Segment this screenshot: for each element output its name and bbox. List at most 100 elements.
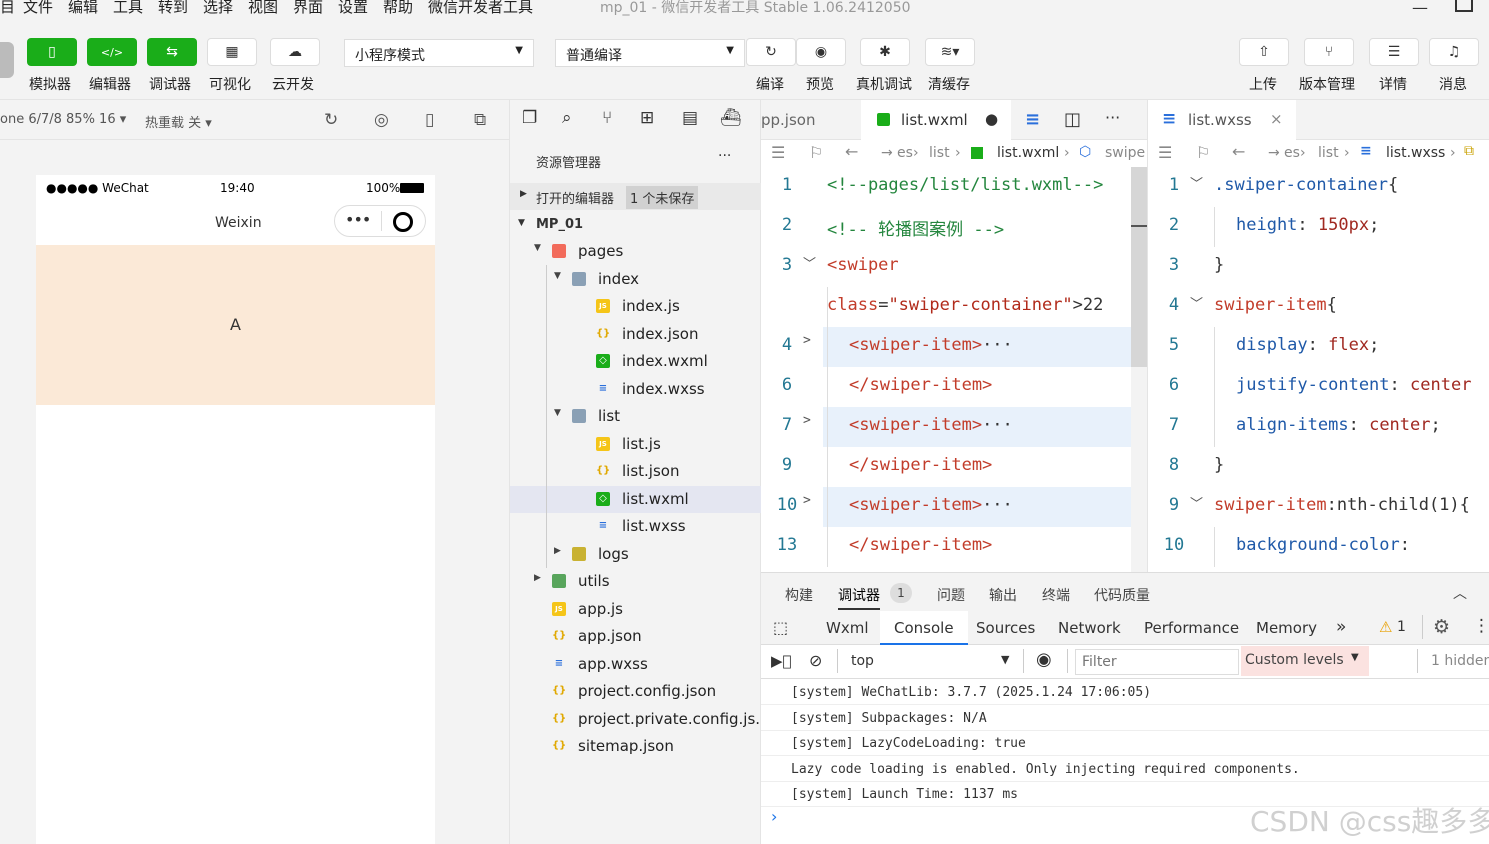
- menu-tools[interactable]: 工具: [113, 0, 143, 17]
- fold-icon[interactable]: ﹀: [1190, 493, 1203, 512]
- menu-select[interactable]: 选择: [203, 0, 233, 17]
- tree-item[interactable]: {} list.json: [510, 458, 761, 485]
- tree-item[interactable]: JS list.js: [510, 431, 761, 458]
- menu-help[interactable]: 帮助: [383, 0, 413, 17]
- tab-console[interactable]: Console: [880, 611, 968, 645]
- avatar[interactable]: [0, 42, 14, 78]
- list-icon[interactable]: ☰: [771, 143, 785, 162]
- fold-icon[interactable]: >: [803, 413, 811, 428]
- version-button[interactable]: ⑂: [1304, 38, 1354, 66]
- rotate-icon[interactable]: ↻: [324, 110, 338, 130]
- stop-icon[interactable]: ◎: [374, 110, 389, 130]
- tab-issues[interactable]: 问题: [937, 585, 965, 605]
- chevron-down-icon[interactable]: ▼: [554, 271, 561, 281]
- tree-item[interactable]: ≡ list.wxss: [510, 513, 761, 540]
- mode-select[interactable]: 小程序模式 ▼: [344, 39, 534, 67]
- fold-icon[interactable]: ﹀: [1190, 293, 1203, 312]
- tab-performance[interactable]: Performance: [1144, 619, 1239, 637]
- clear-console-icon[interactable]: ⊘: [809, 651, 822, 670]
- tree-item[interactable]: JS index.js: [510, 293, 761, 320]
- chevron-up-icon[interactable]: ︿: [1453, 583, 1467, 603]
- tab-debugger[interactable]: 调试器: [838, 585, 880, 610]
- context-select[interactable]: top ▼: [845, 649, 1015, 675]
- tab-network[interactable]: Network: [1058, 619, 1121, 637]
- forward-icon[interactable]: →: [1268, 145, 1280, 161]
- tree-item[interactable]: ▶ utils: [510, 568, 761, 595]
- search-icon[interactable]: ⌕: [562, 108, 572, 128]
- levels-select[interactable]: Custom levels ▼: [1241, 646, 1369, 676]
- inspect-icon[interactable]: ⬚: [773, 618, 788, 637]
- gear-icon[interactable]: ⚙: [1433, 616, 1450, 638]
- crumb-2[interactable]: list.wxml: [997, 145, 1059, 161]
- bookmark-icon[interactable]: ⚐: [809, 143, 823, 162]
- tab-memory[interactable]: Memory: [1256, 619, 1317, 637]
- more-icon[interactable]: ···: [1105, 108, 1120, 127]
- real-debug-button[interactable]: ✱: [860, 38, 910, 66]
- kebab-icon[interactable]: ⋮: [1473, 616, 1489, 636]
- menu-item-0[interactable]: 目: [0, 0, 15, 17]
- debugger-button[interactable]: ⇆: [147, 38, 197, 66]
- back-icon[interactable]: ←: [1232, 142, 1245, 161]
- menu-view[interactable]: 视图: [248, 0, 278, 17]
- tree-item[interactable]: ▶ logs: [510, 541, 761, 568]
- chevron-right-icon[interactable]: ▶: [554, 546, 561, 556]
- docker-icon[interactable]: ⛴: [720, 108, 742, 128]
- more-tabs-icon[interactable]: »: [1336, 617, 1346, 637]
- tab-terminal[interactable]: 终端: [1042, 585, 1070, 605]
- menu-wechat-devtools[interactable]: 微信开发者工具: [428, 0, 533, 17]
- tab-output[interactable]: 输出: [989, 585, 1017, 605]
- messages-button[interactable]: ♫: [1429, 38, 1479, 66]
- menu-interface[interactable]: 界面: [293, 0, 323, 17]
- tree-item[interactable]: {} project.config.json: [510, 678, 761, 705]
- fold-icon[interactable]: >: [803, 333, 811, 348]
- crumb-0[interactable]: es: [897, 145, 913, 161]
- window-icon[interactable]: ⧉: [474, 110, 486, 130]
- tree-item[interactable]: ≡ app.wxss: [510, 651, 761, 678]
- menu-goto[interactable]: 转到: [158, 0, 188, 17]
- tree-item[interactable]: {} sitemap.json: [510, 733, 761, 760]
- forward-icon[interactable]: →: [881, 145, 893, 161]
- tab-app-json[interactable]: pp.json: [761, 111, 815, 129]
- tree-item[interactable]: ≡ index.wxss: [510, 376, 761, 403]
- list-icon[interactable]: ☰: [1158, 143, 1172, 162]
- visual-button[interactable]: ▦: [207, 38, 257, 66]
- scrollbar-thumb[interactable]: [1131, 167, 1147, 367]
- tree-item[interactable]: {} app.json: [510, 623, 761, 650]
- bookmark-icon[interactable]: ⚐: [1196, 143, 1210, 162]
- close-icon[interactable]: [393, 212, 413, 232]
- tree-item[interactable]: JS app.js: [510, 596, 761, 623]
- maximize-icon[interactable]: [1455, 0, 1473, 12]
- cloud-button[interactable]: ☁: [270, 38, 320, 66]
- css-icon[interactable]: ≡: [1025, 109, 1040, 130]
- device-select[interactable]: one 6/7/8 85% 16 ▾: [0, 112, 126, 127]
- crumb-2[interactable]: list.wxss: [1386, 145, 1445, 161]
- eye-icon[interactable]: ◉: [1036, 649, 1052, 670]
- tab-list-wxss[interactable]: ≡ list.wxss ×: [1148, 100, 1296, 140]
- sidebar-toggle-icon[interactable]: ▶⃞: [771, 652, 792, 670]
- tree-item[interactable]: ▼ list: [510, 403, 761, 430]
- fold-icon[interactable]: ﹀: [1190, 173, 1203, 192]
- crumb-1[interactable]: list: [929, 145, 950, 161]
- hot-reload-select[interactable]: 热重载 关 ▾: [145, 112, 212, 131]
- crumb-0[interactable]: es: [1284, 145, 1300, 161]
- menu-settings[interactable]: 设置: [338, 0, 368, 17]
- editor-button[interactable]: </>: [87, 38, 137, 66]
- tab-code-quality[interactable]: 代码质量: [1094, 585, 1150, 605]
- crumb-1[interactable]: list: [1318, 145, 1339, 161]
- split-editor-icon[interactable]: ◫: [1064, 109, 1081, 130]
- console-prompt[interactable]: ›: [771, 807, 777, 826]
- git-icon[interactable]: ⑂: [602, 108, 612, 128]
- menu-file[interactable]: 文件: [23, 0, 53, 17]
- scrollbar[interactable]: [1131, 167, 1147, 572]
- filter-input[interactable]: [1075, 649, 1239, 675]
- open-editors-section[interactable]: ▶ 打开的编辑器 1 个未保存: [510, 183, 761, 210]
- minimize-icon[interactable]: —: [1412, 0, 1428, 17]
- swiper[interactable]: A: [36, 245, 435, 405]
- more-icon[interactable]: •••: [345, 210, 371, 229]
- tab-sources[interactable]: Sources: [976, 619, 1035, 637]
- device-icon[interactable]: ▯: [425, 110, 434, 130]
- tab-build[interactable]: 构建: [785, 585, 813, 605]
- menu-edit[interactable]: 编辑: [68, 0, 98, 17]
- preview-button[interactable]: ◉: [796, 38, 846, 66]
- fold-icon[interactable]: ﹀: [803, 253, 816, 272]
